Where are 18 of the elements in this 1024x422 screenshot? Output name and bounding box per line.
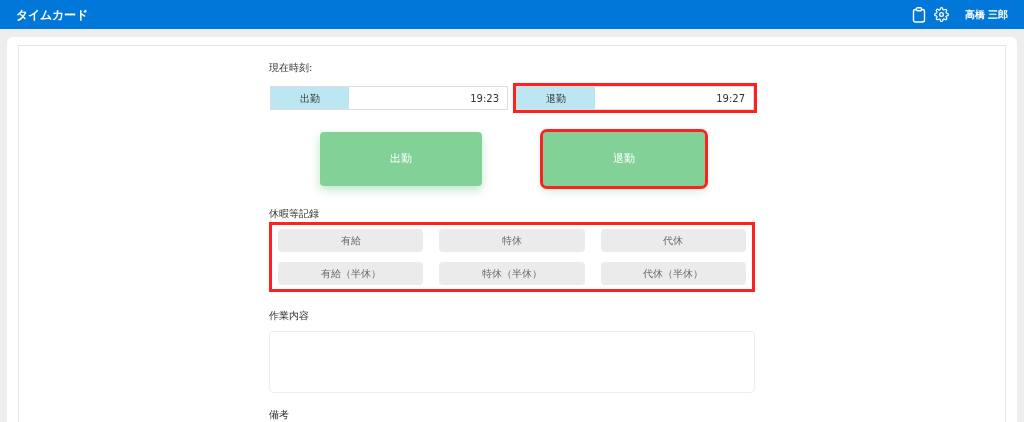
field-label: 作業内容	[269, 309, 310, 323]
time-label: 出勤	[271, 87, 349, 109]
clipboard-icon[interactable]	[911, 6, 926, 23]
settings-icon[interactable]	[933, 7, 949, 22]
leave-type-button[interactable]: 特休（半休）	[439, 262, 585, 285]
user-name[interactable]: 高橋 三郎	[964, 7, 1008, 22]
leave-type-button[interactable]: 特休	[439, 229, 585, 252]
field-label: 休暇等記録	[269, 207, 320, 221]
field-label: 備考	[269, 408, 290, 422]
time-label: 退勤	[517, 87, 595, 109]
leave-type-button[interactable]: 有給	[278, 229, 424, 252]
leave-type-button[interactable]: 代休（半休）	[600, 262, 746, 285]
leave-type-button[interactable]: 有給（半休）	[278, 262, 424, 285]
leave-type-button[interactable]: 代休	[600, 229, 746, 252]
app-title: タイムカード	[16, 6, 88, 24]
time-value: 19:27	[715, 91, 746, 106]
field-label: 現在時刻:	[269, 61, 314, 75]
time-value: 19:23	[469, 91, 500, 106]
